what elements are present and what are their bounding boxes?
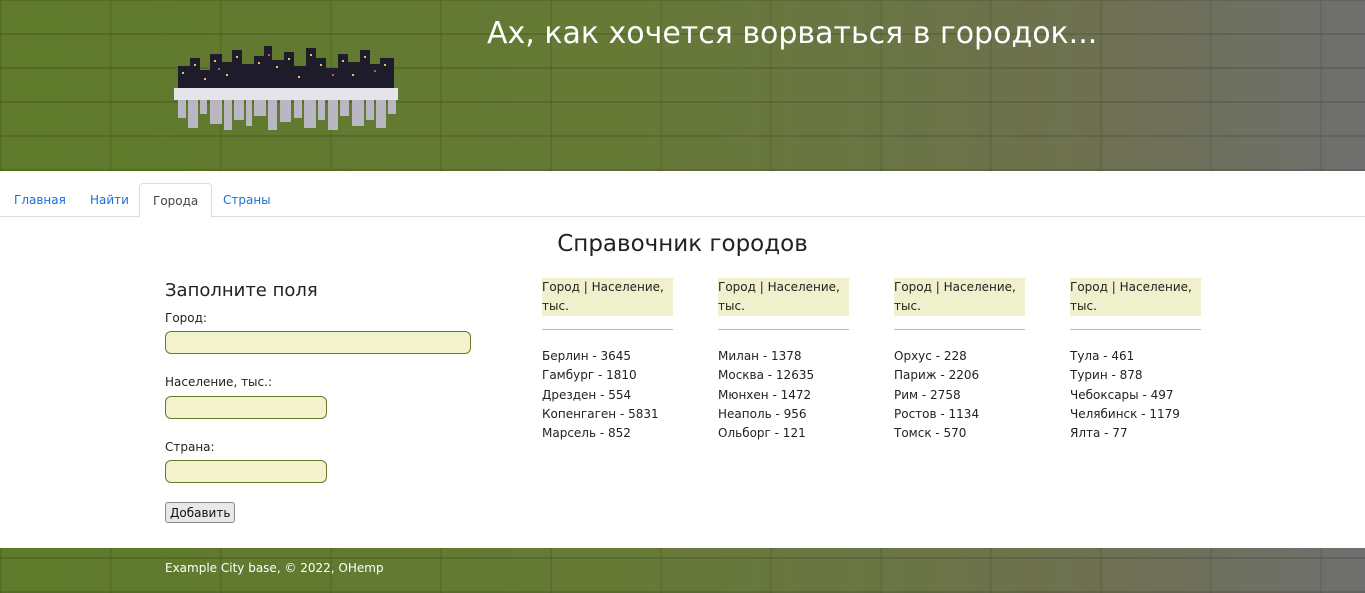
divider [1070, 329, 1201, 330]
divider [718, 329, 849, 330]
footer: Example City base, © 2022, OHemp [0, 548, 1365, 593]
list-item: Марсель - 852 [542, 426, 631, 441]
list-item: Париж - 2206 [894, 368, 980, 383]
header-banner: Ах, как хочется ворваться в городок... [0, 0, 1365, 171]
tab-search[interactable]: Найти [77, 183, 142, 217]
city-column-4: Город | Население, тыс. Тула - 461 Турин… [1070, 278, 1201, 443]
country-input[interactable] [165, 460, 327, 483]
population-input[interactable] [165, 396, 327, 419]
population-label: Население, тыс.: [165, 375, 272, 389]
city-column-2: Город | Население, тыс. Милан - 1378 Мос… [718, 278, 849, 443]
city-column-3: Город | Население, тыс. Орхус - 228 Пари… [894, 278, 1025, 443]
list-item: Неаполь - 956 [718, 406, 807, 421]
city-list: Тула - 461 Турин - 878 Чебоксары - 497 Ч… [1070, 347, 1201, 443]
list-item: Челябинск - 1179 [1070, 406, 1180, 421]
divider [542, 329, 673, 330]
nav-tabs: Главная Найти Города Страны [0, 183, 1365, 218]
footer-copyright: Example City base, © 2022, OHemp [165, 561, 384, 575]
form-title: Заполните поля [165, 280, 318, 301]
list-item: Милан - 1378 [718, 349, 802, 363]
list-item: Рим - 2758 [894, 387, 961, 402]
list-item: Ольборг - 121 [718, 426, 806, 441]
column-header: Город | Население, тыс. [542, 278, 673, 316]
list-item: Чебоксары - 497 [1070, 387, 1174, 402]
list-item: Гамбург - 1810 [542, 368, 637, 383]
column-header: Город | Население, тыс. [894, 278, 1025, 316]
column-header: Город | Население, тыс. [718, 278, 849, 316]
add-button[interactable]: Добавить [165, 502, 236, 523]
list-item: Ростов - 1134 [894, 406, 980, 421]
banner-title: Ах, как хочется ворваться в городок... [487, 16, 1098, 51]
country-label: Страна: [165, 440, 215, 454]
city-list: Милан - 1378 Москва - 12635 Мюнхен - 147… [718, 347, 849, 443]
list-item: Турин - 878 [1070, 368, 1143, 383]
city-list: Орхус - 228 Париж - 2206 Рим - 2758 Рост… [894, 347, 1025, 443]
tab-home[interactable]: Главная [1, 183, 79, 217]
list-item: Ялта - 77 [1070, 426, 1128, 441]
list-item: Томск - 570 [894, 426, 967, 441]
list-item: Дрезден - 554 [542, 387, 632, 402]
tab-countries[interactable]: Страны [210, 183, 284, 217]
city-input[interactable] [165, 331, 471, 354]
tab-cities[interactable]: Города [139, 183, 213, 218]
list-item: Берлин - 3645 [542, 349, 632, 363]
list-item: Тула - 461 [1070, 349, 1135, 363]
page-title: Справочник городов [557, 231, 808, 257]
page-heading-wrap: Справочник городов [0, 231, 1365, 257]
city-skyline-logo [174, 46, 398, 130]
city-column-1: Город | Население, тыс. Берлин - 3645 Га… [542, 278, 673, 443]
list-item: Москва - 12635 [718, 368, 815, 383]
list-item: Орхус - 228 [894, 349, 967, 363]
city-label: Город: [165, 311, 207, 325]
list-item: Копенгаген - 5831 [542, 406, 659, 421]
city-list: Берлин - 3645 Гамбург - 1810 Дрезден - 5… [542, 347, 673, 443]
divider [894, 329, 1025, 330]
list-item: Мюнхен - 1472 [718, 387, 812, 402]
column-header: Город | Население, тыс. [1070, 278, 1201, 316]
